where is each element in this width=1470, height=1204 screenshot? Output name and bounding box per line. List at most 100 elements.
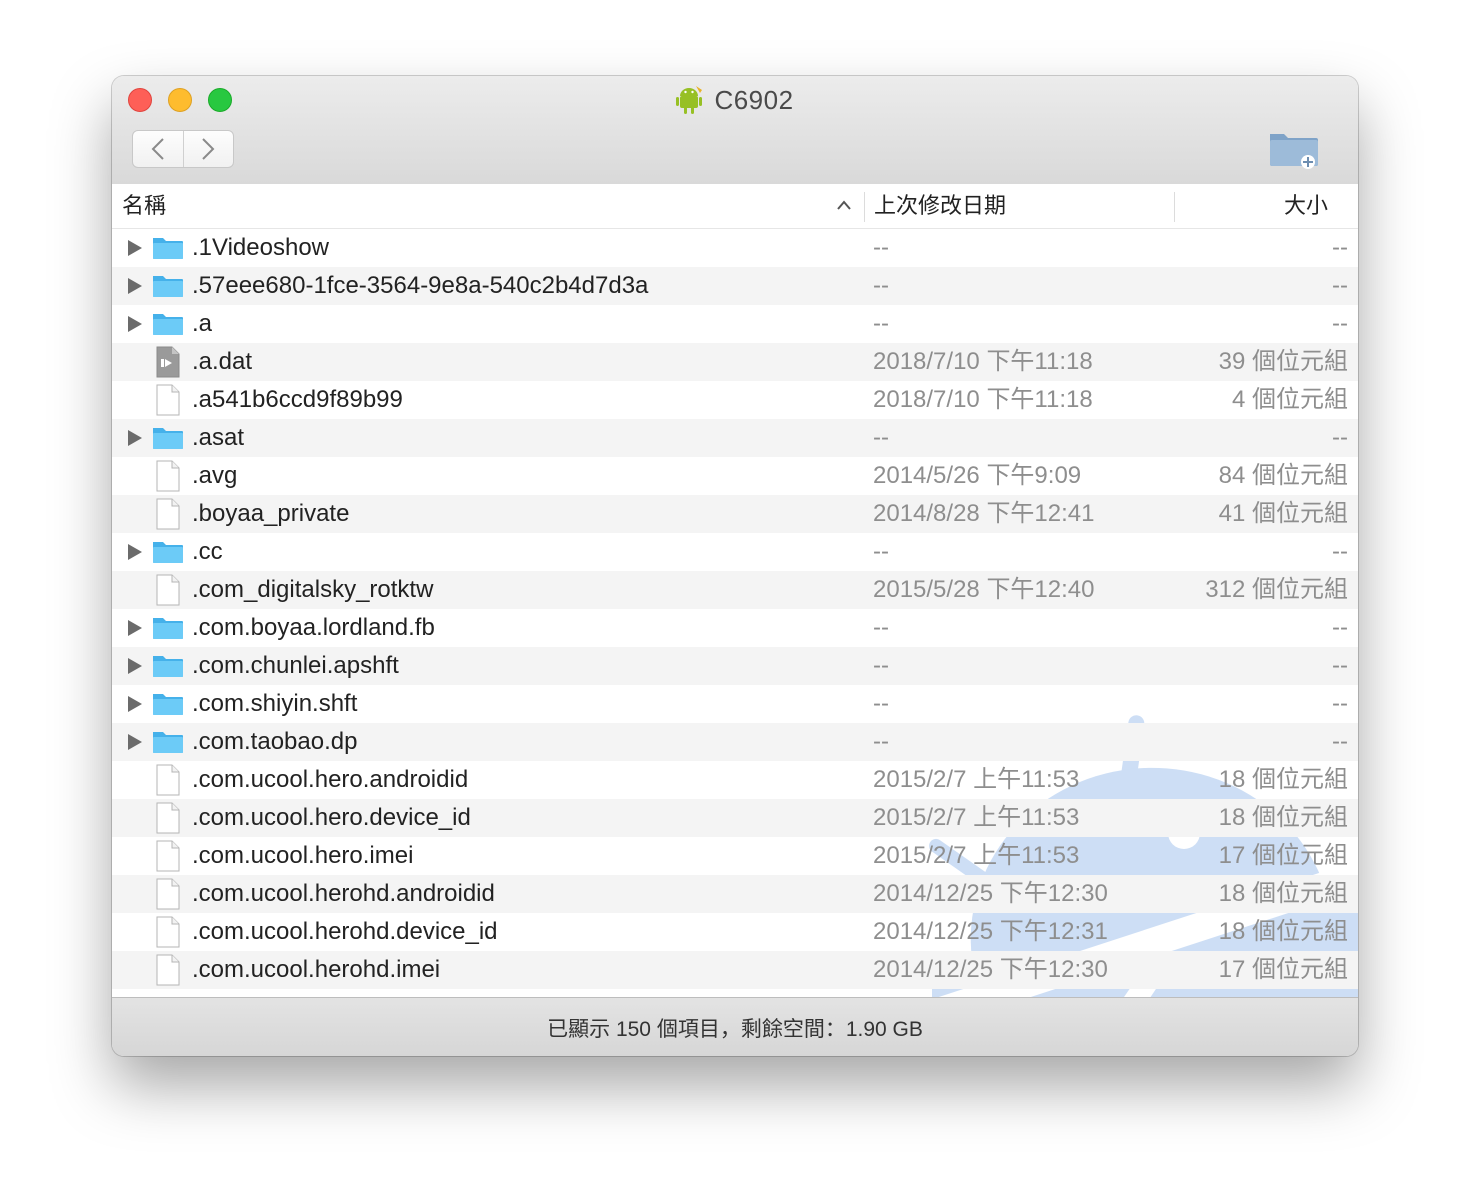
file-name: .com.ucool.hero.imei [192, 842, 414, 869]
column-divider[interactable] [864, 192, 865, 222]
disclosure-triangle-icon[interactable] [128, 620, 142, 636]
file-modified: 2014/12/25 下午12:30 [873, 880, 1108, 907]
file-row[interactable]: .cc -- -- [112, 533, 1358, 571]
sort-ascending-icon[interactable] [836, 198, 852, 212]
file-row[interactable]: .a541b6ccd9f89b99 2018/7/10 下午11:18 4 個位元組 [112, 381, 1358, 419]
status-text: 已顯示 150 個項目，剩餘空間：1.90 GB [547, 1017, 923, 1041]
file-size: 39 個位元組 [1218, 348, 1348, 375]
file-modified: 2018/7/10 下午11:18 [873, 386, 1093, 413]
file-size: 84 個位元組 [1218, 462, 1348, 489]
file-rows: .1Videoshow -- -- .57eee680-1fce-3564-9e8a-… [112, 229, 1358, 989]
file-size: 17 個位元組 [1218, 956, 1348, 983]
file-name: .com.ucool.hero.androidid [192, 766, 469, 793]
file-row[interactable]: .com.shiyin.shft -- -- [112, 685, 1358, 723]
file-row[interactable]: .com.taobao.dp -- -- [112, 723, 1358, 761]
file-size: -- [1332, 424, 1348, 451]
file-modified: -- [873, 310, 889, 337]
file-size: -- [1332, 272, 1348, 299]
file-name: .com.shiyin.shft [192, 690, 358, 717]
disclosure-triangle-icon[interactable] [128, 658, 142, 674]
file-modified: -- [873, 690, 889, 717]
file-size: -- [1332, 614, 1348, 641]
file-name: .com.ucool.hero.device_id [192, 804, 471, 831]
file-row[interactable]: .1Videoshow -- -- [112, 229, 1358, 267]
disclosure-triangle-icon[interactable] [128, 734, 142, 750]
document-icon [156, 498, 180, 530]
disclosure-triangle-icon[interactable] [128, 544, 142, 560]
file-modified: 2014/5/26 下午9:09 [873, 462, 1082, 489]
file-row[interactable]: .com.ucool.hero.device_id 2015/2/7 上午11:5… [112, 799, 1358, 837]
disclosure-triangle-icon[interactable] [128, 278, 142, 294]
file-size: -- [1332, 310, 1348, 337]
file-name: .com.chunlei.apshft [192, 652, 399, 679]
file-name: .com.boyaa.lordland.fb [192, 614, 435, 641]
file-name: .com.taobao.dp [192, 728, 358, 755]
folder-icon [153, 618, 183, 639]
file-name: .com_digitalsky_rotktw [192, 576, 434, 603]
file-name: .com.ucool.herohd.device_id [192, 918, 498, 945]
file-modified: 2014/12/25 下午12:30 [873, 956, 1108, 983]
file-modified: -- [873, 424, 889, 451]
file-size: -- [1332, 234, 1348, 261]
file-name: .boyaa_private [192, 500, 350, 527]
document-icon [156, 764, 180, 796]
file-row[interactable]: .com.ucool.herohd.imei 2014/12/25 下午12:30… [112, 951, 1358, 989]
finder-window: C6902 名稱 上次修改日期 大小 .1Videoshow -- -- .57… [112, 76, 1358, 1056]
folder-icon [153, 238, 183, 259]
disclosure-triangle-icon[interactable] [128, 240, 142, 256]
file-modified: -- [873, 614, 889, 641]
column-header-modified[interactable]: 上次修改日期 [874, 184, 1006, 228]
forward-button[interactable] [182, 131, 234, 167]
disclosure-triangle-icon[interactable] [128, 430, 142, 446]
file-row[interactable]: .a.dat 2018/7/10 下午11:18 39 個位元組 [112, 343, 1358, 381]
back-button[interactable] [133, 131, 183, 167]
file-row[interactable]: .com.ucool.herohd.androidid 2014/12/25 下午… [112, 875, 1358, 913]
file-row[interactable]: .boyaa_private 2014/8/28 下午12:41 41 個位元組 [112, 495, 1358, 533]
file-modified: 2015/2/7 上午11:53 [873, 766, 1080, 793]
column-header-name[interactable]: 名稱 [122, 184, 166, 228]
file-modified: 2018/7/10 下午11:18 [873, 348, 1093, 375]
disclosure-triangle-icon[interactable] [128, 316, 142, 332]
document-icon [156, 384, 180, 416]
file-row[interactable]: .com.ucool.hero.imei 2015/2/7 上午11:53 17 個… [112, 837, 1358, 875]
new-folder-icon[interactable] [1268, 126, 1320, 170]
column-divider[interactable] [1174, 192, 1175, 222]
file-name: .1Videoshow [192, 234, 329, 261]
file-row[interactable]: .com.ucool.herohd.device_id 2014/12/25 下午… [112, 913, 1358, 951]
file-size: 4 個位元組 [1231, 386, 1348, 413]
folder-icon [153, 314, 183, 335]
file-modified: 2015/2/7 上午11:53 [873, 804, 1080, 831]
document-icon [156, 802, 180, 834]
file-size: 312 個位元組 [1205, 576, 1348, 603]
file-size: 18 個位元組 [1218, 918, 1348, 945]
file-row[interactable]: .com.boyaa.lordland.fb -- -- [112, 609, 1358, 647]
file-list: .1Videoshow -- -- .57eee680-1fce-3564-9e8a-… [112, 229, 1358, 997]
file-row[interactable]: .com.chunlei.apshft -- -- [112, 647, 1358, 685]
file-modified: 2015/5/28 下午12:40 [873, 576, 1095, 603]
file-row[interactable]: .57eee680-1fce-3564-9e8a-540c2b4d7d3a -- -… [112, 267, 1358, 305]
media-file-icon [156, 346, 180, 378]
file-size: -- [1332, 690, 1348, 717]
file-row[interactable]: .a -- -- [112, 305, 1358, 343]
file-name: .asat [192, 424, 245, 451]
file-modified: -- [873, 272, 889, 299]
file-modified: 2014/12/25 下午12:31 [873, 918, 1108, 945]
file-size: 18 個位元組 [1218, 766, 1348, 793]
file-size: -- [1332, 728, 1348, 755]
disclosure-triangle-icon[interactable] [128, 696, 142, 712]
file-modified: -- [873, 652, 889, 679]
file-name: .com.ucool.herohd.imei [192, 956, 441, 983]
folder-icon [153, 276, 183, 297]
file-name: .a541b6ccd9f89b99 [192, 386, 403, 413]
file-row[interactable]: .avg 2014/5/26 下午9:09 84 個位元組 [112, 457, 1358, 495]
file-name: .com.ucool.herohd.androidid [192, 880, 495, 907]
folder-icon [153, 656, 183, 677]
file-row[interactable]: .asat -- -- [112, 419, 1358, 457]
file-row[interactable]: .com_digitalsky_rotktw 2015/5/28 下午12:40 3… [112, 571, 1358, 609]
chevron-right-icon [202, 138, 215, 160]
file-row[interactable]: .com.ucool.hero.androidid 2015/2/7 上午11:5… [112, 761, 1358, 799]
file-modified: 2015/2/7 上午11:53 [873, 842, 1080, 869]
document-icon [156, 574, 180, 606]
column-header: 名稱 上次修改日期 大小 [112, 184, 1358, 229]
column-header-size[interactable]: 大小 [1284, 184, 1328, 228]
